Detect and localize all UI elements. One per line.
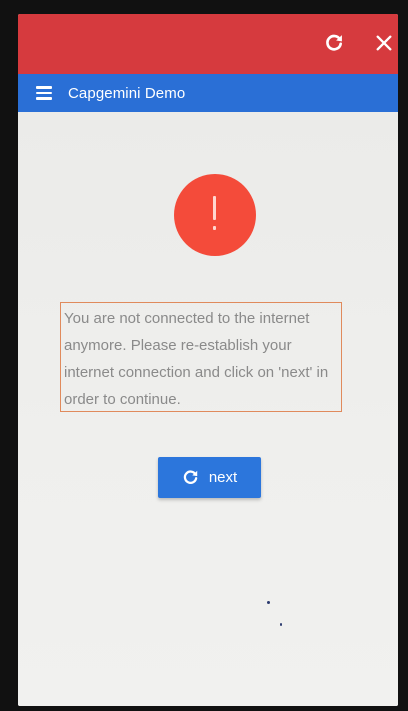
main-content: You are not connected to the internet an… [18,112,398,706]
screen-speck [280,623,282,626]
device-screen: Capgemini Demo You are not connected to … [18,14,398,706]
window-title-bar [18,14,398,74]
connection-error-text: You are not connected to the internet an… [64,310,329,408]
reload-icon [326,34,342,51]
connection-error-message: You are not connected to the internet an… [60,302,342,412]
device-frame: Capgemini Demo You are not connected to … [0,0,408,711]
reload-button[interactable] [319,27,349,59]
app-title: Capgemini Demo [68,84,186,102]
hamburger-menu-icon[interactable] [36,86,52,100]
reload-icon [182,469,199,486]
app-header: Capgemini Demo [18,74,398,112]
next-button-label: next [208,469,238,486]
exclamation-icon [174,174,256,256]
next-button[interactable]: next [158,457,261,498]
screen-speck [267,601,270,604]
close-button[interactable] [369,27,398,59]
close-icon [376,35,392,51]
